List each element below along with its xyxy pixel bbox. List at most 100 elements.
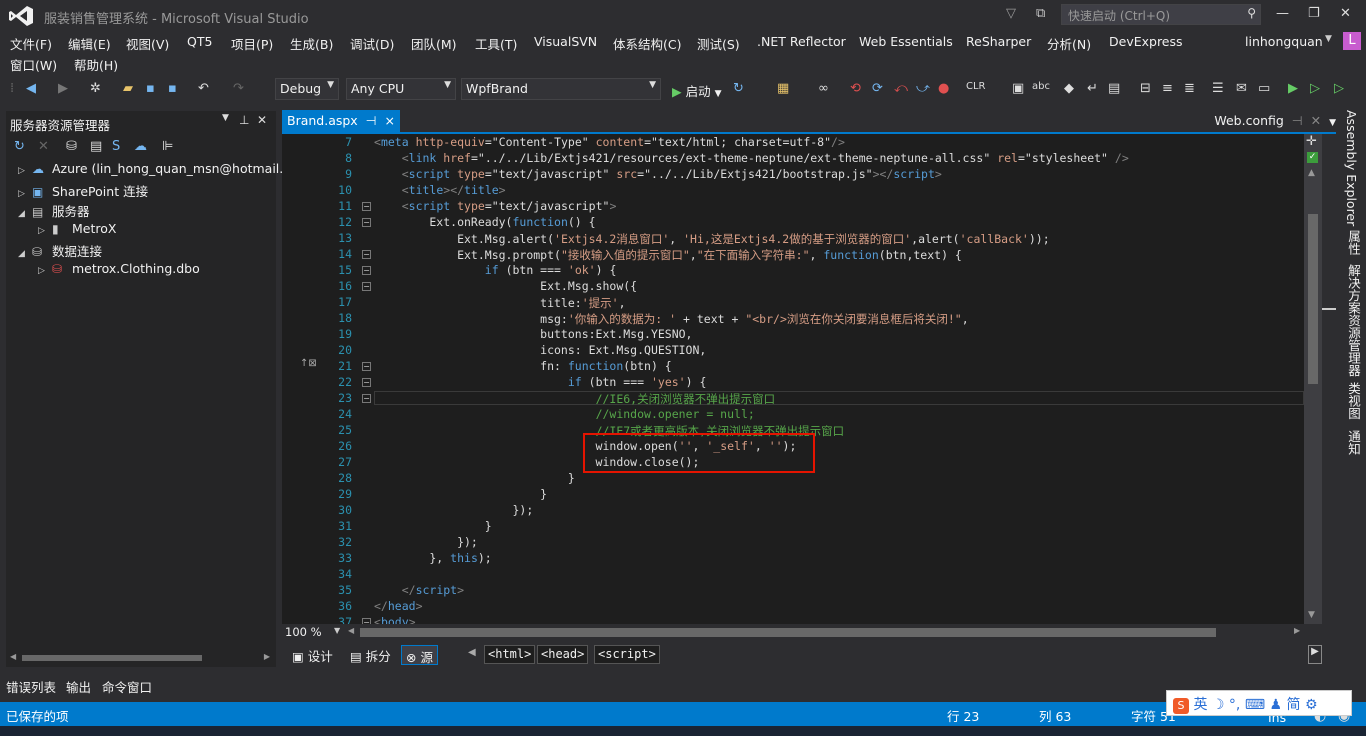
code-line[interactable]: buttons:Ext.Msg.YESNO,	[374, 327, 692, 341]
code-line[interactable]: }	[374, 487, 547, 501]
new-project-icon[interactable]: ✲	[90, 81, 101, 96]
code-line[interactable]: Ext.Msg.alert('Extjs4.2消息窗口', 'Hi,这是Extj…	[374, 231, 1050, 247]
code-line[interactable]: Ext.onReady(function() {	[374, 215, 595, 229]
restore-button[interactable]: ❐	[1308, 6, 1320, 21]
redo-icon[interactable]: ↷	[233, 81, 244, 96]
bookmark-clear-icon[interactable]: ⤻	[916, 81, 930, 96]
panel-dropdown-icon[interactable]: ▼	[222, 113, 229, 123]
breakpoint-marker-icon[interactable]: ↑⊠	[300, 358, 317, 369]
eraser-icon[interactable]: ◆	[1064, 81, 1074, 96]
wrap-icon[interactable]: ↵	[1087, 81, 1098, 96]
scroll-left-icon[interactable]: ◀	[348, 626, 354, 635]
close-icon[interactable]: ×	[385, 113, 395, 128]
menu-window[interactable]: 窗口(W)	[10, 55, 57, 74]
code-line[interactable]: //window.opener = null;	[374, 407, 755, 421]
scroll-right-icon[interactable]: ▶	[264, 652, 270, 661]
start-button[interactable]: ▶ 启动 ▼	[672, 81, 722, 100]
connect-database-icon[interactable]: ⛁	[66, 139, 77, 154]
config-select[interactable]: Debug ▼	[275, 78, 339, 100]
tab-class-view[interactable]: 类视图	[1344, 382, 1363, 420]
user-icon[interactable]: ♟	[1270, 697, 1283, 713]
comment-icon[interactable]: ⊟	[1140, 81, 1151, 96]
back-icon[interactable]: ◀	[26, 81, 36, 96]
run-debug-icon[interactable]: ▷	[1334, 81, 1344, 96]
pin-icon[interactable]: ⊣	[1292, 113, 1303, 128]
split-icon[interactable]: ✛	[1306, 134, 1317, 149]
menu-architecture[interactable]: 体系结构(C)	[613, 34, 681, 53]
code-line[interactable]: <script type="text/javascript">	[374, 199, 617, 213]
close-window-button[interactable]: ✕	[1340, 6, 1351, 21]
breadcrumb-forward-icon[interactable]: ▶	[1308, 645, 1322, 664]
horizontal-scroll-thumb[interactable]	[360, 628, 1216, 637]
align-justify-icon[interactable]: ≣	[1184, 81, 1195, 96]
zoom-level[interactable]: 100 %	[285, 625, 322, 639]
breadcrumb-back-icon[interactable]: ◀	[468, 647, 476, 658]
bookmark-icon[interactable]: ⟲	[850, 81, 861, 96]
fold-toggle-icon[interactable]: −	[362, 202, 371, 211]
quick-launch-input[interactable]: 快速启动 (Ctrl+Q) ⚲	[1061, 4, 1261, 25]
tree-node-metrox[interactable]: ▷ ▮ MetroX	[38, 221, 116, 241]
keyboard-icon[interactable]: ⌨	[1245, 697, 1265, 713]
tab-design[interactable]: ▣ 设计	[288, 645, 337, 665]
forward-icon[interactable]: ▶	[58, 81, 68, 96]
menu-build[interactable]: 生成(B)	[290, 34, 333, 53]
scroll-thumb[interactable]	[1308, 214, 1318, 384]
code-line[interactable]: Ext.Msg.prompt("接收输入值的提示窗口","在下面输入字符串:",…	[374, 247, 962, 263]
bookmark-next-icon[interactable]: ⟳	[872, 81, 883, 96]
zoom-dropdown-icon[interactable]: ▼	[334, 626, 340, 635]
ime-language[interactable]: 英	[1193, 697, 1207, 713]
collapse-icon[interactable]: ◢	[18, 209, 32, 219]
sharepoint-icon[interactable]: S	[112, 139, 120, 154]
expand-icon[interactable]: ▷	[38, 266, 52, 276]
scroll-right-icon[interactable]: ▶	[1294, 626, 1300, 635]
bookmark-prev-icon[interactable]: ⤺	[894, 81, 908, 96]
code-line[interactable]: title:'提示',	[374, 295, 625, 311]
tab-output[interactable]: 输出	[66, 677, 91, 696]
record-icon[interactable]: ●	[938, 81, 949, 96]
menu-visualsvn[interactable]: VisualSVN	[534, 34, 597, 49]
close-icon[interactable]: ✕	[1311, 113, 1321, 128]
scroll-left-icon[interactable]: ◀	[10, 652, 16, 661]
browser-link-icon[interactable]: ▦	[777, 81, 789, 96]
expand-icon[interactable]: ▷	[18, 189, 32, 199]
refresh-icon[interactable]: ↻	[733, 81, 744, 96]
fold-toggle-icon[interactable]: −	[362, 250, 371, 259]
format-icon[interactable]: ▣	[1012, 81, 1024, 96]
fold-toggle-icon[interactable]: −	[362, 266, 371, 275]
code-line[interactable]: <link href="../../Lib/Extjs421/resources…	[374, 151, 1129, 165]
code-line[interactable]: icons: Ext.Msg.QUESTION,	[374, 343, 706, 357]
code-line[interactable]: <script type="text/javascript" src="../.…	[374, 167, 942, 181]
azure-icon[interactable]: ☁	[134, 139, 147, 154]
tab-properties[interactable]: 属性	[1344, 230, 1363, 255]
fold-toggle-icon[interactable]: −	[362, 378, 371, 387]
connect-server-icon[interactable]: ▤	[90, 139, 102, 154]
minimize-button[interactable]: —	[1276, 6, 1289, 21]
menu-team[interactable]: 团队(M)	[411, 34, 457, 53]
tree-node-metrox-clothing[interactable]: ▷ ⛁ metrox.Clothing.dbo	[38, 261, 200, 281]
tab-source[interactable]: ⊗ 源	[401, 645, 438, 665]
code-line[interactable]: }	[374, 471, 575, 485]
code-line[interactable]: });	[374, 535, 478, 549]
breadcrumb-html[interactable]: <html>	[484, 645, 536, 664]
expand-icon[interactable]: ▷	[38, 226, 52, 236]
code-line[interactable]: <body>	[374, 615, 416, 624]
fold-toggle-icon[interactable]: −	[362, 218, 371, 227]
punctuation-icon[interactable]: °,	[1229, 697, 1240, 713]
speech-bubble-icon[interactable]: ✉	[1236, 81, 1247, 96]
breadcrumb-script[interactable]: <script>	[594, 645, 660, 664]
menu-tools[interactable]: 工具(T)	[475, 34, 517, 53]
expand-icon[interactable]: ▷	[18, 166, 32, 176]
tab-split[interactable]: ▤ 拆分	[346, 645, 395, 665]
indent-icon[interactable]: ☰	[1212, 81, 1224, 96]
platform-select[interactable]: Any CPU ▼	[346, 78, 456, 100]
moon-icon[interactable]: ☽	[1212, 697, 1225, 713]
code-line[interactable]: </head>	[374, 599, 423, 613]
user-dropdown-icon[interactable]: ▼	[1325, 34, 1332, 44]
menu-help[interactable]: 帮助(H)	[74, 55, 118, 74]
menu-file[interactable]: 文件(F)	[10, 34, 52, 53]
ime-toolbar[interactable]: S 英 ☽ °, ⌨ ♟ 简 ⚙	[1166, 690, 1352, 716]
tree-node-azure[interactable]: ▷ ☁ Azure (lin_hong_quan_msn@hotmail.c	[18, 161, 290, 181]
menu-qt5[interactable]: QT5	[187, 34, 212, 49]
tab-web-config[interactable]: Web.config ⊣ ✕ ▼	[1214, 113, 1336, 128]
avatar[interactable]: L	[1343, 32, 1361, 50]
